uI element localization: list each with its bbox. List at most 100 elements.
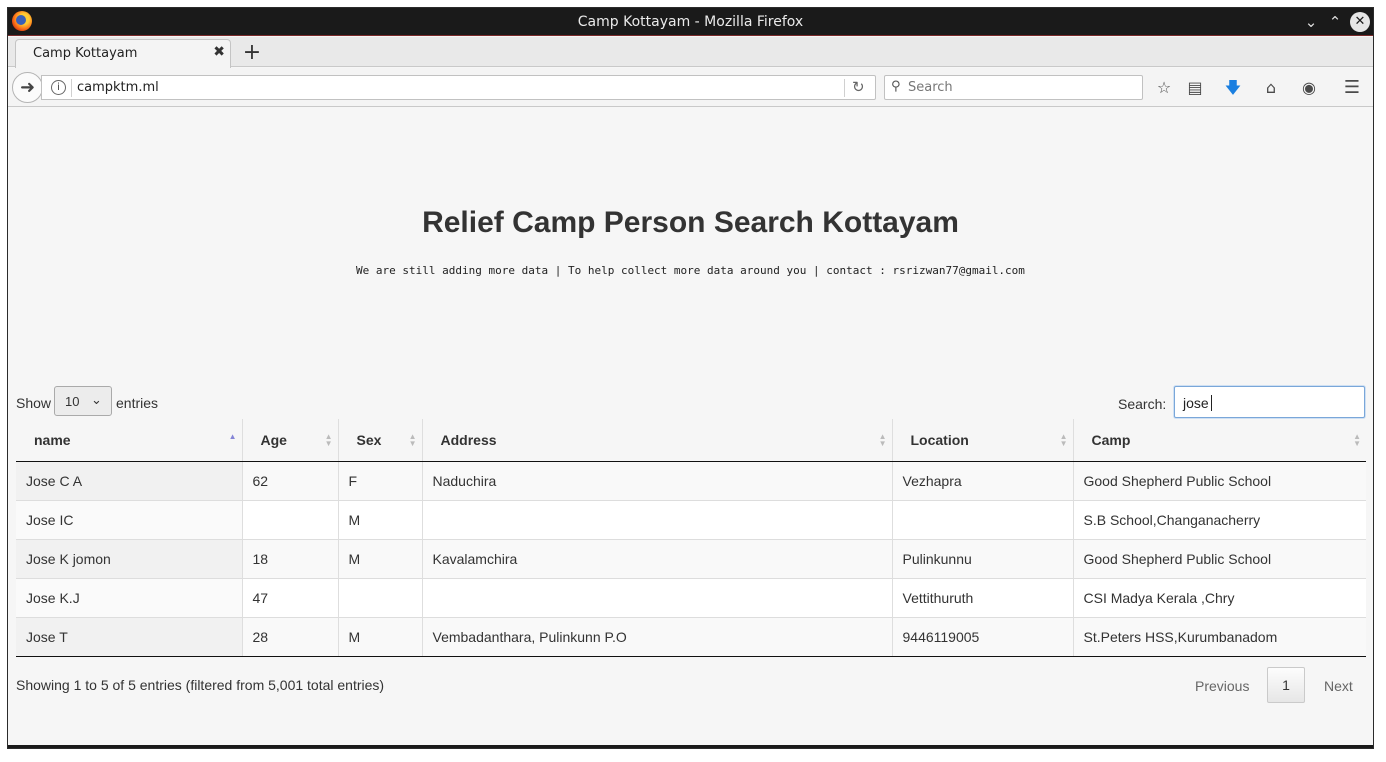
entries-value: 10 bbox=[65, 394, 80, 409]
cell-location bbox=[892, 500, 1074, 540]
cell-sex: F bbox=[338, 461, 423, 501]
url-divider bbox=[71, 79, 72, 97]
entries-select[interactable]: 10 ⌄ bbox=[54, 386, 112, 416]
search-placeholder: Search bbox=[908, 80, 953, 95]
sort-icon: ▲ ▼ bbox=[1353, 432, 1361, 448]
close-tab-icon[interactable]: ✖ bbox=[213, 44, 225, 60]
download-icon[interactable]: 🡇 bbox=[1222, 77, 1244, 99]
column-header-age[interactable]: Age ▲ ▼ bbox=[242, 419, 339, 462]
column-header-location[interactable]: Location ▲ ▼ bbox=[892, 419, 1074, 462]
cell-age: 18 bbox=[242, 539, 339, 579]
window-title: Camp Kottayam - Mozilla Firefox bbox=[577, 14, 804, 30]
column-header-name[interactable]: name ▲ bbox=[16, 419, 243, 462]
next-button[interactable]: Next bbox=[1324, 678, 1353, 694]
previous-button[interactable]: Previous bbox=[1195, 678, 1249, 694]
bookmark-star-icon[interactable]: ☆ bbox=[1153, 77, 1175, 99]
search-value: jose bbox=[1183, 395, 1209, 411]
table-row: Jose T 28 M Vembadanthara, Pulinkunn P.O… bbox=[16, 617, 1366, 657]
column-header-label: Sex bbox=[356, 431, 382, 448]
cell-name: Jose K jomon bbox=[16, 539, 243, 579]
cell-location: Vezhapra bbox=[892, 461, 1074, 501]
show-label: Show bbox=[16, 395, 52, 411]
cell-address: Kavalamchira bbox=[422, 539, 893, 579]
text-caret bbox=[1211, 395, 1212, 411]
table-row: Jose K.J 47 Vettithuruth CSI Madya Keral… bbox=[16, 578, 1366, 618]
cell-camp: CSI Madya Kerala ,Chry bbox=[1073, 578, 1366, 618]
page-content: Relief Camp Person Search Kottayam We ar… bbox=[8, 108, 1373, 748]
cell-age: 28 bbox=[242, 617, 339, 657]
cell-sex bbox=[338, 578, 423, 618]
sort-icon: ▲ ▼ bbox=[878, 432, 887, 448]
column-header-sex[interactable]: Sex ▲ ▼ bbox=[338, 419, 423, 462]
cell-age bbox=[242, 500, 339, 540]
table-header-row: name ▲ Age ▲ ▼ Sex ▲ ▼ Address ▲ ▼ Location ▲ ▼ C… bbox=[16, 419, 1366, 462]
pocket-icon[interactable]: ◉ bbox=[1298, 77, 1320, 99]
maximize-icon[interactable]: ⌃ bbox=[1325, 12, 1345, 32]
reading-list-icon[interactable]: ▤ bbox=[1184, 77, 1206, 99]
cell-address bbox=[422, 578, 893, 618]
cell-age: 47 bbox=[242, 578, 339, 618]
cell-name: Jose T bbox=[16, 617, 243, 657]
new-tab-icon[interactable]: + bbox=[241, 40, 263, 65]
cell-camp: Good Shepherd Public School bbox=[1073, 539, 1366, 579]
window-bottom-border bbox=[8, 745, 1373, 748]
title-bar: Camp Kottayam - Mozilla Firefox ⌄ ⌃ ✕ bbox=[8, 8, 1373, 36]
minimize-icon[interactable]: ⌄ bbox=[1301, 12, 1321, 32]
cell-name: Jose C A bbox=[16, 461, 243, 501]
column-header-label: Camp bbox=[1091, 431, 1131, 448]
table-row: Jose IC M S.B School,Changanacherry bbox=[16, 500, 1366, 540]
column-header-label: Age bbox=[260, 431, 287, 448]
tab-camp-kottayam[interactable]: Camp Kottayam ✖ bbox=[15, 39, 231, 68]
column-header-label: name bbox=[34, 431, 71, 448]
url-bar[interactable]: i campktm.ml ↻ bbox=[41, 75, 876, 100]
page-title: Relief Camp Person Search Kottayam bbox=[422, 206, 959, 239]
cell-camp: S.B School,Changanacherry bbox=[1073, 500, 1366, 540]
cell-address bbox=[422, 500, 893, 540]
sort-icon: ▲ ▼ bbox=[1059, 432, 1068, 448]
column-header-camp[interactable]: Camp ▲ ▼ bbox=[1073, 419, 1366, 462]
cell-camp: Good Shepherd Public School bbox=[1073, 461, 1366, 501]
cell-age: 62 bbox=[242, 461, 339, 501]
column-header-label: Address bbox=[440, 431, 497, 448]
cell-camp: St.Peters HSS,Kurumbanadom bbox=[1073, 617, 1366, 657]
table-row: Jose C A 62 F Naduchira Vezhapra Good Sh… bbox=[16, 461, 1366, 501]
cell-location: 9446119005 bbox=[892, 617, 1074, 657]
tab-label: Camp Kottayam bbox=[33, 46, 138, 61]
chevron-down-icon: ⌄ bbox=[91, 392, 102, 407]
entries-label: entries bbox=[116, 395, 159, 411]
url-divider-right bbox=[844, 79, 845, 97]
results-table: name ▲ Age ▲ ▼ Sex ▲ ▼ Address ▲ ▼ Location ▲ ▼ C… bbox=[16, 419, 1366, 657]
sort-asc-icon: ▲ bbox=[228, 432, 237, 441]
browser-window: Camp Kottayam - Mozilla Firefox ⌄ ⌃ ✕ Ca… bbox=[7, 7, 1374, 749]
search-label: Search: bbox=[1118, 396, 1167, 412]
cell-sex: M bbox=[338, 617, 423, 657]
table-row: Jose K jomon 18 M Kavalamchira Pulinkunn… bbox=[16, 539, 1366, 579]
reload-icon[interactable]: ↻ bbox=[852, 78, 865, 96]
tab-strip: Camp Kottayam ✖ + bbox=[8, 37, 1373, 68]
sort-icon: ▲ ▼ bbox=[324, 432, 333, 448]
cell-address: Naduchira bbox=[422, 461, 893, 501]
url-text: campktm.ml bbox=[77, 80, 159, 95]
back-arrow-icon[interactable]: ➜ bbox=[12, 72, 43, 103]
navigation-bar: ➜ i campktm.ml ↻ ⚲ Search ☆ ▤ 🡇 ⌂ ◉ ☰ bbox=[8, 68, 1373, 107]
table-search-input[interactable]: jose bbox=[1174, 386, 1365, 418]
page-1-button[interactable]: 1 bbox=[1267, 667, 1305, 703]
cell-name: Jose K.J bbox=[16, 578, 243, 618]
close-window-icon[interactable]: ✕ bbox=[1350, 12, 1370, 32]
sort-icon: ▲ ▼ bbox=[408, 432, 417, 448]
page-subtitle: We are still adding more data | To help … bbox=[356, 264, 1025, 277]
info-icon[interactable]: i bbox=[51, 80, 66, 95]
menu-icon[interactable]: ☰ bbox=[1341, 77, 1363, 99]
cell-name: Jose IC bbox=[16, 500, 243, 540]
browser-search-input[interactable]: ⚲ Search bbox=[884, 75, 1143, 100]
column-header-address[interactable]: Address ▲ ▼ bbox=[422, 419, 893, 462]
table-info: Showing 1 to 5 of 5 entries (filtered fr… bbox=[16, 677, 385, 693]
cell-sex: M bbox=[338, 500, 423, 540]
cell-location: Pulinkunnu bbox=[892, 539, 1074, 579]
column-header-label: Location bbox=[910, 431, 969, 448]
cell-sex: M bbox=[338, 539, 423, 579]
cell-address: Vembadanthara, Pulinkunn P.O bbox=[422, 617, 893, 657]
home-icon[interactable]: ⌂ bbox=[1260, 77, 1282, 99]
cell-location: Vettithuruth bbox=[892, 578, 1074, 618]
search-icon: ⚲ bbox=[891, 79, 901, 94]
